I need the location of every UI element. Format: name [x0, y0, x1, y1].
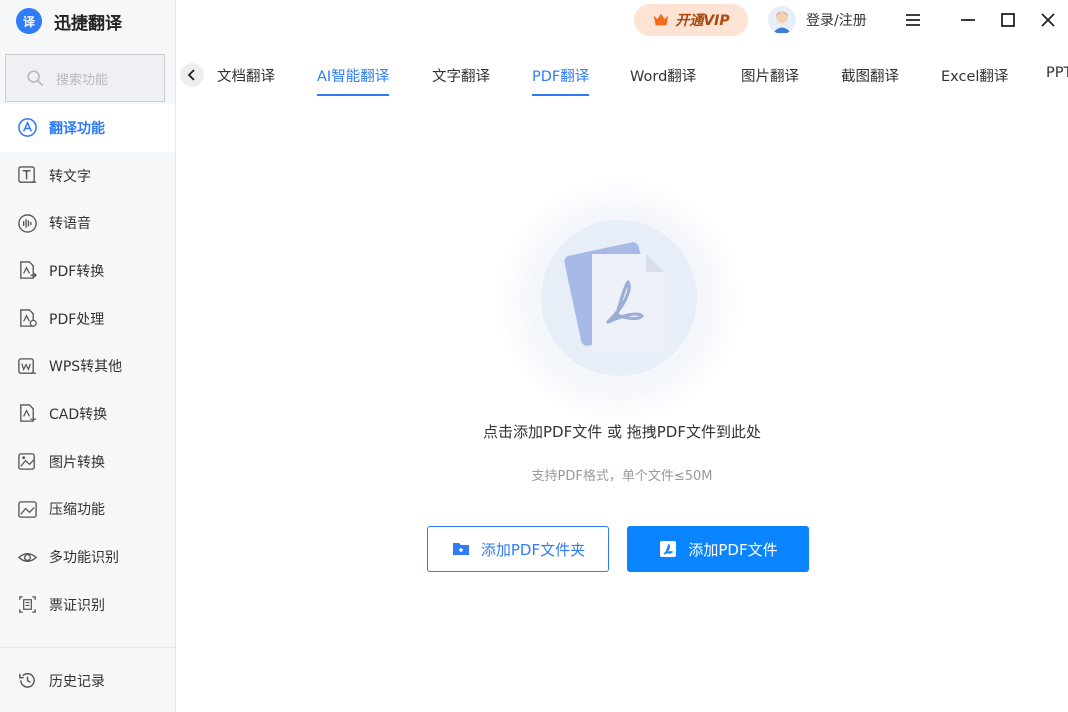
crown-icon [654, 13, 669, 26]
sidebar-item-label: 压缩功能 [49, 502, 105, 519]
sidebar-item-label: 多功能识别 [49, 550, 119, 567]
maximize-icon [1001, 13, 1015, 27]
minimize-icon [961, 19, 975, 21]
sidebar-divider [0, 647, 175, 648]
tab-pdf-translate[interactable]: PDF翻译 [532, 65, 590, 96]
sidebar-item-ticket[interactable]: 票证识别 [0, 581, 175, 629]
minimize-button[interactable] [956, 8, 980, 32]
pdf-file-icon [660, 541, 677, 557]
sidebar-item-label: 翻译功能 [49, 120, 105, 137]
wps-icon [16, 355, 38, 377]
compress-icon [16, 498, 38, 520]
tab-ppt-translate[interactable]: PPT [1046, 65, 1068, 89]
sidebar-item-text[interactable]: 转文字 [0, 152, 175, 200]
menu-button[interactable] [901, 8, 925, 32]
sidebar-overflow-fade [0, 636, 175, 646]
image-convert-icon [16, 451, 38, 473]
sidebar-item-voice[interactable]: 转语音 [0, 199, 175, 247]
tab-word-translate[interactable]: Word翻译 [630, 65, 696, 94]
cad-icon [16, 403, 38, 425]
sidebar-item-label: 图片转换 [49, 454, 105, 471]
add-pdf-folder-button[interactable]: 添加PDF文件夹 [427, 526, 609, 572]
sidebar-item-compress[interactable]: 压缩功能 [0, 486, 175, 534]
add-folder-label: 添加PDF文件夹 [480, 540, 586, 559]
menu-icon [906, 14, 920, 26]
sidebar-item-label: PDF处理 [49, 311, 105, 328]
eye-icon [16, 546, 38, 568]
tab-excel-translate[interactable]: Excel翻译 [941, 65, 1008, 94]
sidebar-item-label: 转文字 [49, 168, 91, 185]
voice-icon [16, 212, 38, 234]
text-convert-icon [16, 165, 38, 187]
sidebar-item-translate[interactable]: 翻译功能 [0, 104, 175, 152]
sidebar-item-label: 历史记录 [49, 673, 105, 690]
tabs-scroll-left-button[interactable] [180, 63, 204, 87]
sidebar-item-cad[interactable]: CAD转换 [0, 390, 175, 438]
app-window: 译 迅捷翻译 搜索功能 翻译功能 转文字 转语音 PDF转换 PDF处理 WPS… [0, 0, 1068, 712]
vip-label: 开通VIP [675, 13, 730, 29]
tab-ai-translate[interactable]: AI智能翻译 [317, 65, 390, 96]
history-section: 历史记录 [0, 657, 175, 705]
dropzone-subline: 支持PDF格式，单个文件≤50M [531, 469, 713, 484]
vip-button[interactable]: 开通VIP [634, 4, 748, 36]
sidebar: 译 迅捷翻译 搜索功能 翻译功能 转文字 转语音 PDF转换 PDF处理 WPS… [0, 0, 176, 712]
sidebar-item-label: 票证识别 [49, 597, 105, 614]
sidebar-item-label: CAD转换 [49, 406, 108, 423]
tab-text-translate[interactable]: 文字翻译 [432, 65, 490, 94]
tab-doc-translate[interactable]: 文档翻译 [217, 65, 275, 94]
search-input[interactable]: 搜索功能 [5, 54, 165, 102]
close-icon [1041, 13, 1055, 27]
app-logo-icon: 译 [16, 8, 42, 34]
dropzone-headline: 点击添加PDF文件 或 拖拽PDF文件到此处 [483, 423, 761, 441]
sidebar-item-wps[interactable]: WPS转其他 [0, 342, 175, 390]
pdf-dropzone-illustration[interactable] [496, 178, 742, 424]
pdf-process-icon [16, 308, 38, 330]
sidebar-item-label: WPS转其他 [49, 359, 123, 376]
feature-tabs: 文档翻译 AI智能翻译 文字翻译 PDF翻译 Word翻译 图片翻译 截图翻译 … [176, 50, 1068, 102]
sidebar-item-label: 转语音 [49, 216, 91, 233]
search-icon [27, 70, 44, 87]
tab-screenshot-translate[interactable]: 截图翻译 [841, 65, 899, 94]
app-name: 迅捷翻译 [54, 13, 122, 34]
sidebar-item-recognize[interactable]: 多功能识别 [0, 533, 175, 581]
brand: 译 迅捷翻译 [16, 6, 122, 36]
avatar [768, 6, 796, 34]
sidebar-item-image[interactable]: 图片转换 [0, 438, 175, 486]
close-button[interactable] [1036, 8, 1060, 32]
search-placeholder: 搜索功能 [56, 72, 109, 88]
sidebar-item-label: PDF转换 [49, 263, 105, 280]
ticket-icon [16, 594, 38, 616]
sidebar-nav: 翻译功能 转文字 转语音 PDF转换 PDF处理 WPS转其他 CAD转换 图片… [0, 104, 175, 629]
translate-icon [16, 117, 38, 139]
chevron-left-icon [187, 69, 195, 81]
history-icon [16, 670, 38, 692]
pdf-convert-icon [16, 260, 38, 282]
login-button[interactable]: 登录/注册 [768, 6, 867, 34]
folder-icon [452, 543, 469, 555]
tab-image-translate[interactable]: 图片翻译 [741, 65, 799, 94]
add-file-label: 添加PDF文件 [688, 540, 778, 559]
sidebar-item-history[interactable]: 历史记录 [0, 657, 175, 705]
sidebar-item-pdf-convert[interactable]: PDF转换 [0, 247, 175, 295]
maximize-button[interactable] [996, 8, 1020, 32]
login-label: 登录/注册 [806, 13, 867, 29]
add-pdf-file-button[interactable]: 添加PDF文件 [627, 526, 809, 572]
sidebar-item-pdf-process[interactable]: PDF处理 [0, 295, 175, 343]
